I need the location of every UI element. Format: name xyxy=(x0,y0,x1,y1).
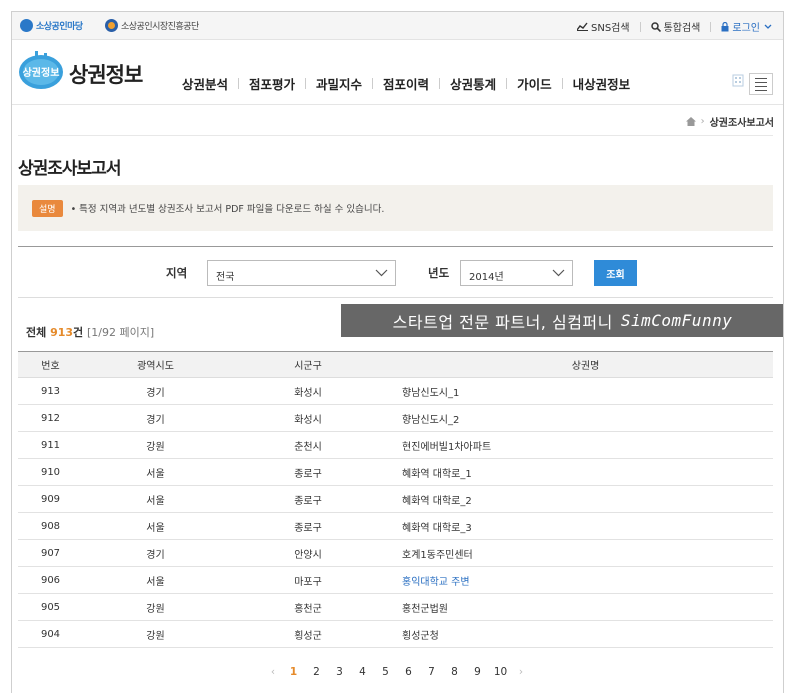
next-page-button[interactable]: › xyxy=(512,666,530,678)
search-button[interactable]: 조회 xyxy=(594,260,637,286)
prev-page-button[interactable]: ‹ xyxy=(264,666,282,678)
all-menu-button[interactable] xyxy=(749,73,773,95)
page-info: [1/92 페이지] xyxy=(87,326,155,339)
result-count: 913 xyxy=(50,326,74,339)
login-link[interactable]: 로그인 xyxy=(721,19,775,34)
search-icon xyxy=(650,21,661,32)
main-header: 상권정보 상권정보 상권분석 점포평가 과밀지수 점포이력 상권통계 가이드 내… xyxy=(12,41,783,105)
site-title[interactable]: 상권정보 xyxy=(69,59,143,89)
chart-icon xyxy=(577,22,588,31)
table-row[interactable]: 911 강원 춘천시 현진에버빌1차아파트 xyxy=(18,431,773,459)
table-row[interactable]: 906 서울 마포구 홍익대학교 주변 xyxy=(18,566,773,594)
utility-bar: 소상공인마당 소상공인시장진흥공단 SNS검색 통합검색 로그인 xyxy=(12,12,783,40)
page-9-button[interactable]: 9 xyxy=(466,666,489,678)
page-7-button[interactable]: 7 xyxy=(420,666,443,678)
watermark-banner: 스타트업 전문 파트너, 심컴퍼니 SimComFunny xyxy=(341,304,783,337)
report-table: 번호 광역시도 시군구 상권명 913 경기 화성시 향남신도시_1 912 경… xyxy=(18,351,773,648)
sosanggong-madang-logo[interactable]: 소상공인마당 xyxy=(20,19,83,32)
breadcrumb: › 상권조사보고서 xyxy=(685,114,774,129)
semas-logo[interactable]: 소상공인시장진흥공단 xyxy=(105,19,199,32)
page-10-button[interactable]: 10 xyxy=(489,666,512,678)
table-row[interactable]: 912 경기 화성시 향남신도시_2 xyxy=(18,404,773,432)
area-name-link[interactable]: 횡성군청 xyxy=(398,620,773,648)
pagination: ‹ 1 2 3 4 5 6 7 8 9 10 › xyxy=(264,666,530,678)
chevron-down-icon xyxy=(764,24,772,29)
area-name-link[interactable]: 향남신도시_2 xyxy=(398,404,773,432)
col-header-district: 시군구 xyxy=(218,351,398,378)
col-header-number: 번호 xyxy=(18,351,93,378)
page-3-button[interactable]: 3 xyxy=(328,666,351,678)
table-row[interactable]: 904 강원 횡성군 횡성군청 xyxy=(18,620,773,648)
area-name-link[interactable]: 홍익대학교 주변 xyxy=(398,566,773,594)
year-select[interactable]: 2014년 xyxy=(460,260,573,286)
divider xyxy=(639,21,641,32)
sns-search-link[interactable]: SNS검색 xyxy=(577,19,630,34)
global-nav: 상권분석 점포평가 과밀지수 점포이력 상권통계 가이드 내상권정보 xyxy=(172,74,640,93)
nav-item-guide[interactable]: 가이드 xyxy=(507,74,562,93)
chevron-down-icon xyxy=(375,269,388,277)
page-title: 상권조사보고서 xyxy=(18,159,121,179)
area-name-link[interactable]: 현진에버빌1차아파트 xyxy=(398,431,773,459)
divider xyxy=(18,135,773,136)
utility-links: SNS검색 통합검색 로그인 xyxy=(567,19,775,34)
table-row[interactable]: 908 서울 종로구 혜화역 대학로_3 xyxy=(18,512,773,540)
table-row[interactable]: 909 서울 종로구 혜화역 대학로_2 xyxy=(18,485,773,513)
year-label: 년도 xyxy=(428,266,450,280)
semas-logo-icon xyxy=(105,19,118,32)
search-filter: 지역 전국 년도 2014년 조회 xyxy=(18,246,773,298)
col-header-area-name: 상권명 xyxy=(398,351,773,378)
region-label: 지역 xyxy=(166,266,188,280)
page-5-button[interactable]: 5 xyxy=(374,666,397,678)
nav-item-density[interactable]: 과밀지수 xyxy=(306,74,372,93)
col-header-province: 광역시도 xyxy=(93,351,218,378)
area-name-link[interactable]: 향남신도시_1 xyxy=(398,377,773,405)
integrated-search-link[interactable]: 통합검색 xyxy=(650,19,700,34)
page-2-button[interactable]: 2 xyxy=(305,666,328,678)
page-8-button[interactable]: 8 xyxy=(443,666,466,678)
svg-text:상권정보: 상권정보 xyxy=(23,66,60,79)
breadcrumb-current: 상권조사보고서 xyxy=(709,118,774,129)
table-header-row: 번호 광역시도 시군구 상권명 xyxy=(18,351,773,378)
area-name-link[interactable]: 호계1동주민센터 xyxy=(398,539,773,567)
table-row[interactable]: 907 경기 안양시 호계1동주민센터 xyxy=(18,539,773,567)
nav-item-analysis[interactable]: 상권분석 xyxy=(172,74,238,93)
table-row[interactable]: 913 경기 화성시 향남신도시_1 xyxy=(18,377,773,405)
table-row[interactable]: 910 서울 종로구 혜화역 대학로_1 xyxy=(18,458,773,486)
nav-item-store-history[interactable]: 점포이력 xyxy=(373,74,439,93)
description-text: • 특정 지역과 년도별 상권조사 보고서 PDF 파일을 다운로드 하실 수 … xyxy=(70,204,385,215)
chevron-down-icon xyxy=(552,269,565,277)
building-deco-icon xyxy=(732,74,744,87)
nav-item-my-info[interactable]: 내상권정보 xyxy=(563,74,641,93)
page-1-button[interactable]: 1 xyxy=(282,666,305,678)
breadcrumb-chevron-icon: › xyxy=(700,116,705,127)
area-name-link[interactable]: 홍천군법원 xyxy=(398,593,773,621)
description-box: 설명 • 특정 지역과 년도별 상권조사 보고서 PDF 파일을 다운로드 하실… xyxy=(18,185,773,231)
page-6-button[interactable]: 6 xyxy=(397,666,420,678)
table-row[interactable]: 905 강원 홍천군 홍천군법원 xyxy=(18,593,773,621)
result-summary: 전체 913건 [1/92 페이지] xyxy=(26,326,155,339)
lock-icon xyxy=(721,21,729,31)
nav-item-store-eval[interactable]: 점포평가 xyxy=(239,74,305,93)
page-4-button[interactable]: 4 xyxy=(351,666,374,678)
divider xyxy=(710,21,712,32)
home-icon[interactable] xyxy=(685,117,696,126)
hamburger-icon xyxy=(755,77,767,79)
area-name-link[interactable]: 혜화역 대학로_3 xyxy=(398,512,773,540)
page-frame: 소상공인마당 소상공인시장진흥공단 SNS검색 통합검색 로그인 상권정보 상권… xyxy=(11,11,784,693)
nav-item-statistics[interactable]: 상권통계 xyxy=(440,74,506,93)
sanggwon-badge-logo[interactable]: 상권정보 xyxy=(18,49,64,91)
area-name-link[interactable]: 혜화역 대학로_2 xyxy=(398,485,773,513)
region-select[interactable]: 전국 xyxy=(207,260,396,286)
description-tag: 설명 xyxy=(32,199,63,217)
madang-logo-icon xyxy=(20,19,33,32)
area-name-link[interactable]: 혜화역 대학로_1 xyxy=(398,458,773,486)
